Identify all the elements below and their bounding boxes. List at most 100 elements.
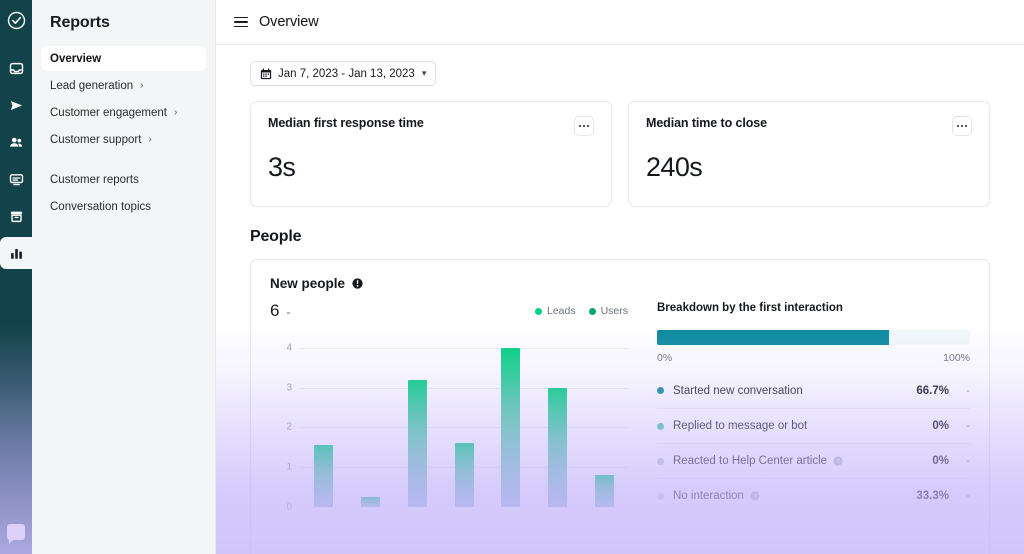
- sidebar-item-customer-reports[interactable]: Customer reports: [41, 167, 206, 192]
- main-area: Overview Jan 7, 2023 - Jan 13, 2023 ▾ Me…: [216, 0, 1024, 554]
- info-icon[interactable]: [352, 278, 363, 289]
- metric-card: Median first response time 3s: [250, 101, 612, 207]
- chart-bar[interactable]: [360, 497, 380, 507]
- breakdown-row: Started new conversation 66.7% -: [657, 373, 970, 408]
- metric-card-title: Median first response time: [268, 116, 424, 130]
- breakdown-scale: 0% 100%: [657, 352, 970, 364]
- chart-bars: [300, 332, 628, 507]
- panel-title: New people: [270, 276, 970, 291]
- breakdown-percent: 0%: [932, 455, 949, 467]
- legend-item: Users: [588, 305, 628, 317]
- rail-item-help-center[interactable]: [0, 163, 32, 195]
- chart-bar-slot[interactable]: [441, 332, 488, 507]
- chart-bar[interactable]: [454, 443, 474, 507]
- bar-chart-icon: [10, 248, 22, 259]
- sidebar: Reports Overview Lead generation › Customer…: [32, 0, 216, 554]
- chart-bar[interactable]: [501, 347, 521, 507]
- chart-bar-slot[interactable]: [581, 332, 628, 507]
- breakdown-progress-track: [657, 330, 970, 345]
- icon-rail: [0, 0, 32, 554]
- sidebar-item-overview[interactable]: Overview: [41, 46, 206, 71]
- chart-bar-slot[interactable]: [534, 332, 581, 507]
- breakdown-label: Started new conversation: [673, 384, 803, 397]
- y-axis-tick: 3: [286, 382, 292, 394]
- archive-icon: [10, 211, 22, 222]
- sidebar-nav: Overview Lead generation › Customer engagem…: [32, 46, 215, 219]
- metric-card-title: Median time to close: [646, 116, 767, 130]
- chevron-right-icon: ›: [173, 106, 178, 118]
- breakdown-dot: [657, 387, 664, 394]
- chart-bar[interactable]: [313, 445, 333, 507]
- sidebar-item-customer-engagement[interactable]: Customer engagement ›: [41, 100, 206, 125]
- rail-item-archive[interactable]: [0, 200, 32, 232]
- chart-plot: 4 3 2 1 0: [270, 332, 628, 532]
- page-title: Overview: [259, 14, 319, 30]
- sidebar-item-label: Conversation topics: [50, 200, 151, 213]
- breakdown-dot: [657, 492, 664, 500]
- svg-text:?: ?: [753, 493, 757, 500]
- rail-item-inbox[interactable]: [0, 52, 32, 84]
- check-circle-logo[interactable]: [6, 10, 26, 30]
- chart-bar-slot[interactable]: [300, 332, 347, 507]
- breakdown-row: No interaction? 33.3% -: [657, 478, 970, 513]
- sidebar-item-label: Overview: [50, 52, 102, 65]
- panel-title-text: New people: [270, 276, 346, 291]
- y-axis-tick: 4: [286, 342, 292, 354]
- breakdown-label: Replied to message or bot: [673, 420, 808, 432]
- rail-item-contacts[interactable]: [0, 126, 32, 158]
- breakdown-percent: 66.7%: [916, 384, 949, 397]
- breakdown-label-wrap: Reacted to Help Center article?: [673, 455, 932, 467]
- metric-card: Median time to close 240s: [628, 101, 990, 207]
- chart-bar-slot[interactable]: [487, 332, 534, 507]
- sidebar-item-label: Customer support: [50, 133, 142, 146]
- date-range-picker[interactable]: Jan 7, 2023 - Jan 13, 2023 ▾: [250, 61, 437, 86]
- breakdown-dash: -: [966, 455, 970, 467]
- chart-legend: Leads Users: [534, 305, 628, 317]
- question-icon[interactable]: ?: [750, 491, 760, 501]
- chart-bar[interactable]: [548, 387, 568, 507]
- chart-bar[interactable]: [407, 379, 427, 507]
- rail-item-outbound[interactable]: [0, 89, 32, 121]
- ellipsis-icon[interactable]: [952, 116, 972, 136]
- legend-dot: [534, 307, 542, 315]
- sidebar-item-label: Lead generation: [50, 79, 134, 92]
- chevron-right-icon: ›: [148, 133, 152, 145]
- breakdown-dash: -: [966, 384, 970, 397]
- breakdown-label: No interaction: [673, 490, 744, 502]
- chart-total-dash: -: [286, 305, 291, 319]
- metric-card-value: 3s: [268, 152, 296, 182]
- sidebar-item-conversation-topics[interactable]: Conversation topics: [41, 194, 206, 219]
- panel-body: 6 - Leads Users 43210 Breakdown by the f…: [270, 301, 970, 554]
- question-icon[interactable]: ?: [833, 456, 843, 466]
- breakdown-dash: -: [966, 490, 970, 502]
- chart-bar-slot[interactable]: [394, 332, 441, 507]
- breakdown-percent: 33.3%: [916, 490, 949, 502]
- legend-item: Leads: [534, 305, 576, 317]
- hamburger-icon[interactable]: [234, 16, 248, 28]
- y-axis-tick: 0: [286, 501, 292, 513]
- monitor-icon: [9, 173, 23, 185]
- chevron-down-icon: ▾: [421, 68, 427, 78]
- people-icon: [9, 137, 22, 147]
- scale-max: 100%: [943, 352, 970, 364]
- metric-cards: Median first response time 3s Median time …: [250, 101, 990, 207]
- breakdown-label-wrap: Started new conversation: [673, 385, 916, 397]
- y-axis-tick: 1: [286, 461, 292, 473]
- breakdown-dot: [657, 457, 664, 465]
- breakdown-progress-fill: [657, 330, 889, 345]
- sidebar-item-lead-generation[interactable]: Lead generation ›: [41, 73, 206, 98]
- breakdown-label-wrap: No interaction?: [673, 490, 916, 502]
- sidebar-item-label: Customer engagement: [50, 106, 167, 119]
- rail-item-reports[interactable]: [0, 237, 32, 269]
- send-icon: [10, 100, 22, 110]
- breakdown-row: Replied to message or bot 0% -: [657, 408, 970, 443]
- metric-card-header: Median time to close: [646, 116, 972, 136]
- nav-separator: [41, 154, 206, 167]
- section-title-people: People: [250, 228, 302, 245]
- metric-card-header: Median first response time: [268, 116, 594, 136]
- sidebar-item-customer-support[interactable]: Customer support ›: [41, 127, 206, 152]
- chart-bar-slot[interactable]: [347, 332, 394, 507]
- chart-header: 6 - Leads Users: [270, 301, 628, 320]
- ellipsis-icon[interactable]: [574, 116, 594, 136]
- chart-bar[interactable]: [595, 475, 615, 507]
